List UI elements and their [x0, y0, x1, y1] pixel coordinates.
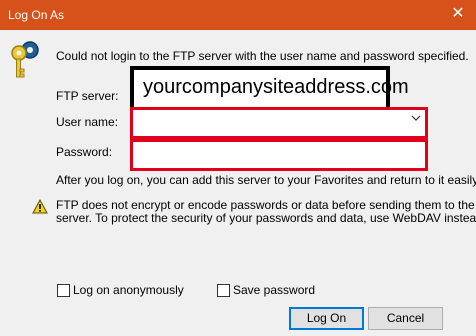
- error-message: Could not login to the FTP server with t…: [56, 49, 469, 63]
- warning-icon: [32, 199, 48, 214]
- user-name-input[interactable]: [135, 112, 423, 134]
- favorites-hint: After you log on, you can add this serve…: [56, 173, 476, 187]
- password-field[interactable]: [130, 139, 428, 171]
- security-warning-line2: server. To protect the security of your …: [56, 211, 476, 225]
- user-name-label: User name:: [56, 115, 119, 129]
- logon-dialog: Log On As ✕ Could not login to the FTP s…: [0, 0, 476, 336]
- log-on-button[interactable]: Log On: [289, 307, 364, 330]
- cancel-button[interactable]: Cancel: [368, 307, 443, 330]
- ftp-server-label: FTP server:: [56, 89, 119, 103]
- title-bar: Log On As ✕: [0, 0, 476, 30]
- user-name-combobox[interactable]: [130, 107, 428, 139]
- ftp-server-value: yourcompanysiteaddress.com: [130, 66, 409, 112]
- checkbox-label[interactable]: Save password: [233, 283, 315, 297]
- checkbox-label[interactable]: Log on anonymously: [73, 283, 184, 297]
- checkbox-box[interactable]: [217, 284, 230, 297]
- chevron-down-icon[interactable]: [411, 113, 421, 123]
- checkbox-box[interactable]: [57, 284, 70, 297]
- window-title: Log On As: [8, 8, 65, 22]
- ftp-server-text: yourcompanysiteaddress.com: [143, 76, 409, 98]
- password-input[interactable]: [135, 144, 423, 166]
- key-icon: [11, 41, 39, 78]
- security-warning: FTP does not encrypt or encode passwords…: [56, 199, 476, 225]
- close-icon[interactable]: ✕: [440, 0, 476, 30]
- password-label: Password:: [56, 145, 113, 159]
